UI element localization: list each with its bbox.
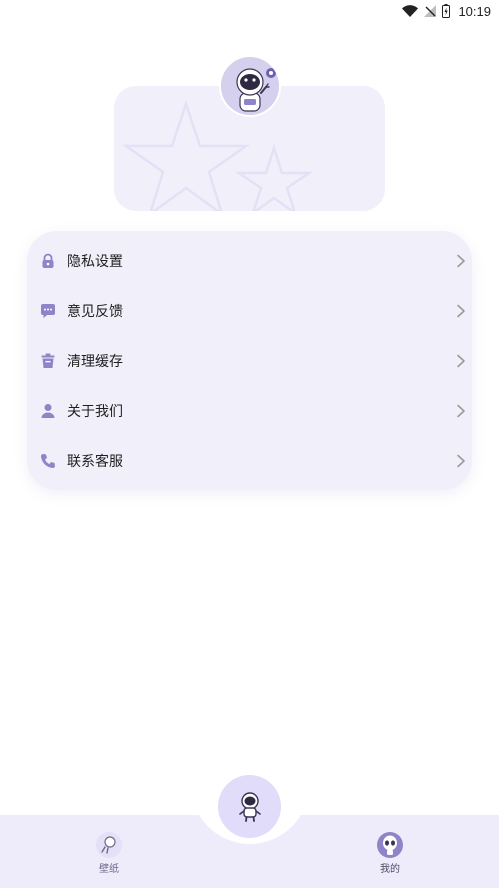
menu-item-contact-service[interactable]: 联系客服 — [27, 436, 472, 486]
no-signal-icon — [424, 5, 437, 17]
menu-label-feedback: 意见反馈 — [67, 304, 123, 320]
wifi-icon — [402, 5, 419, 17]
menu-label-clear-cache: 清理缓存 — [67, 354, 123, 370]
chevron-right-icon — [457, 404, 465, 418]
astronaut-icon — [238, 791, 261, 822]
menu-item-privacy[interactable]: 隐私设置 — [27, 236, 472, 286]
chevron-right-icon — [457, 354, 465, 368]
tab-label-mine: 我的 — [380, 864, 400, 875]
chevron-right-icon — [457, 454, 465, 468]
astronaut-icon — [96, 832, 122, 858]
center-action-button[interactable] — [218, 775, 281, 838]
menu-label-privacy: 隐私设置 — [67, 254, 123, 270]
menu-item-about-us[interactable]: 关于我们 — [27, 386, 472, 436]
battery-icon — [442, 4, 451, 18]
lock-icon — [39, 252, 57, 270]
menu-label-contact-service: 联系客服 — [67, 454, 123, 470]
alien-icon — [377, 832, 403, 858]
astronaut-avatar-icon — [221, 57, 279, 115]
chat-bubble-icon — [39, 302, 57, 320]
menu-label-about-us: 关于我们 — [67, 404, 123, 420]
settings-menu: 隐私设置 意见反馈 清理缓存 关于我们 联系客服 — [27, 231, 472, 490]
status-bar: 10:19 — [0, 0, 499, 22]
tab-label-wallpaper: 壁纸 — [99, 864, 119, 875]
avatar[interactable] — [219, 55, 281, 117]
trash-icon — [39, 352, 57, 370]
chevron-right-icon — [457, 304, 465, 318]
person-icon — [39, 402, 57, 420]
chevron-right-icon — [457, 254, 465, 268]
status-time: 10:19 — [458, 3, 491, 19]
menu-item-feedback[interactable]: 意见反馈 — [27, 286, 472, 336]
tab-mine[interactable]: 我的 — [370, 832, 410, 875]
menu-item-clear-cache[interactable]: 清理缓存 — [27, 336, 472, 386]
phone-icon — [39, 452, 57, 470]
tab-wallpaper[interactable]: 壁纸 — [89, 832, 129, 875]
